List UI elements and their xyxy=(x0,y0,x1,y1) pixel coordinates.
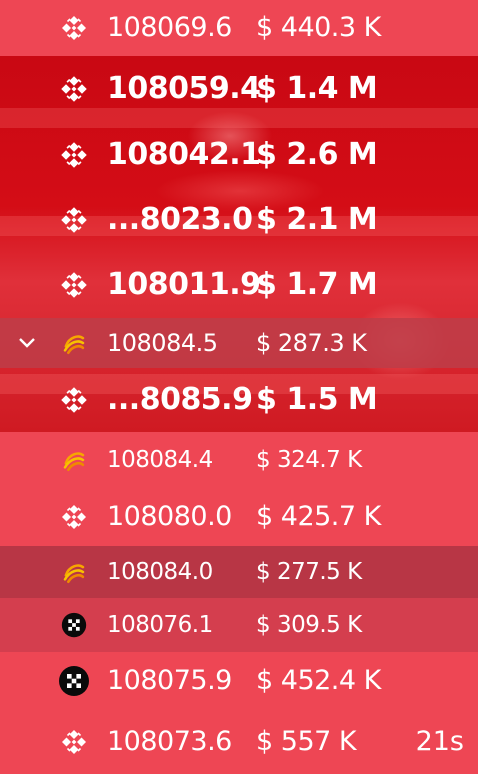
trade-amount: $ 440.3 K xyxy=(256,12,381,43)
trade-amount: $ 1.5 M xyxy=(256,382,378,417)
binance-icon xyxy=(56,710,92,774)
trade-row: 108075.9 $ 452.4 K xyxy=(0,652,478,710)
binance-icon xyxy=(56,252,92,318)
trade-price: 108069.6 xyxy=(107,12,232,43)
trade-amount: $ 287.3 K xyxy=(256,329,367,357)
trade-row: ...8085.9 $ 1.5 M xyxy=(0,368,478,432)
binance-icon xyxy=(56,488,92,546)
trade-row: 108084.4 $ 324.7 K xyxy=(0,432,478,488)
binance-icon xyxy=(56,188,92,252)
trade-price: 108076.1 xyxy=(107,612,213,638)
binance-icon xyxy=(56,0,92,56)
trade-amount: $ 557 K xyxy=(256,726,357,757)
trade-price: 108073.6 xyxy=(107,726,232,757)
trade-amount: $ 1.7 M xyxy=(256,267,378,302)
trade-amount: $ 2.1 M xyxy=(256,202,378,237)
chevron-down-icon[interactable] xyxy=(14,318,40,368)
trade-amount: $ 277.5 K xyxy=(256,559,362,585)
trade-amount: $ 1.4 M xyxy=(256,71,378,106)
trade-row: 108042.1 $ 2.6 M xyxy=(0,122,478,188)
trade-row: 108076.1 $ 309.5 K xyxy=(0,598,478,652)
trade-row: 108084.0 $ 277.5 K xyxy=(0,546,478,598)
okx-icon xyxy=(56,652,92,710)
trade-amount: $ 324.7 K xyxy=(256,447,362,473)
trade-price: 108011.9 xyxy=(107,267,261,302)
binance-icon xyxy=(56,122,92,188)
trade-price: 108075.9 xyxy=(107,665,232,696)
trade-amount: $ 452.4 K xyxy=(256,665,381,696)
bybit-swirl-icon xyxy=(56,432,92,488)
bybit-swirl-icon xyxy=(56,318,92,368)
trade-price: 108080.0 xyxy=(107,501,232,532)
okx-icon xyxy=(56,598,92,652)
trade-row: 108080.0 $ 425.7 K xyxy=(0,488,478,546)
trade-feed: 108069.6 $ 440.3 K 108059.4 $ 1.4 M 1080… xyxy=(0,0,478,774)
trade-row[interactable]: 108084.5 $ 287.3 K xyxy=(0,318,478,368)
binance-icon xyxy=(56,368,92,432)
trade-price: ...8085.9 xyxy=(107,382,253,417)
trade-row: ...8023.0 $ 2.1 M xyxy=(0,188,478,252)
trade-price: ...8023.0 xyxy=(107,202,253,237)
trade-row: 108069.6 $ 440.3 K xyxy=(0,0,478,56)
trade-age: 21s xyxy=(415,726,464,757)
trade-row: 108073.6 $ 557 K 21s xyxy=(0,710,478,774)
trade-price: 108084.0 xyxy=(107,559,213,585)
trade-price: 108042.1 xyxy=(107,137,261,172)
trade-price: 108059.4 xyxy=(107,71,261,106)
trade-amount: $ 425.7 K xyxy=(256,501,381,532)
bybit-swirl-icon xyxy=(56,546,92,598)
trade-price: 108084.5 xyxy=(107,329,218,357)
trade-row: 108059.4 $ 1.4 M xyxy=(0,56,478,122)
trade-amount: $ 2.6 M xyxy=(256,137,378,172)
binance-icon xyxy=(56,56,92,122)
trade-amount: $ 309.5 K xyxy=(256,612,362,638)
trade-row: 108011.9 $ 1.7 M xyxy=(0,252,478,318)
trade-price: 108084.4 xyxy=(107,447,213,473)
